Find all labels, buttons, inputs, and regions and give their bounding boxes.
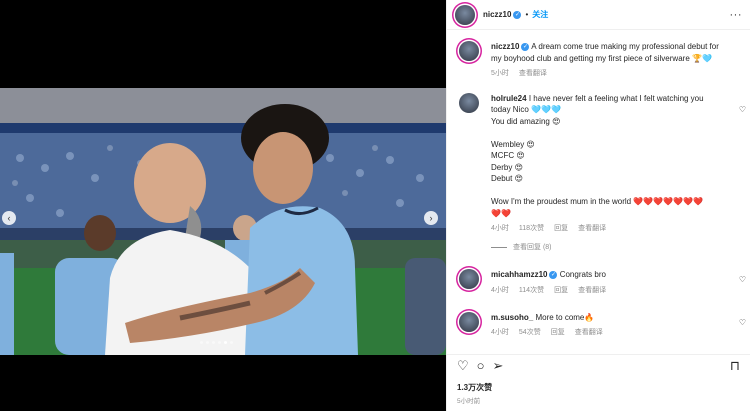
caption-text-line-1: A dream come true making my professional… (531, 42, 719, 51)
comment-line: MCFC 😍 (491, 151, 525, 161)
comment-item: micahhamzz10 ✓ Congrats bro 4小时 114次赞 回复 … (447, 269, 750, 296)
carousel-dot (206, 341, 209, 344)
comment-line: Debut 😍 (491, 174, 523, 184)
author-avatar[interactable] (455, 4, 475, 25)
carousel-dot (212, 341, 215, 344)
bookmark-icon[interactable]: ⊓ (730, 358, 740, 374)
next-image-button[interactable]: › (424, 211, 438, 225)
post-action-bar: ♡ ○ ➢ ⊓ (447, 354, 750, 376)
comment-blank-line (491, 185, 740, 196)
comment-likes[interactable]: 114次赞 (519, 285, 544, 297)
share-icon[interactable]: ➢ (493, 358, 504, 374)
comments-list: niczz10 ✓ A dream come true making my pro… (447, 31, 750, 349)
comment-line: today Nico 🩵🩵🩵 (491, 105, 561, 115)
photo-illustration (0, 88, 446, 355)
comment-username[interactable]: m.susoho_ (491, 313, 533, 322)
commenter-avatar[interactable] (459, 269, 479, 290)
comment-translate-link[interactable]: 查看翻译 (578, 285, 606, 297)
comment-line: Derby 😍 (491, 162, 523, 172)
like-comment-heart-icon[interactable]: ♡ (739, 105, 746, 114)
verified-badge-icon: ✓ (521, 42, 530, 51)
caption-avatar[interactable] (459, 41, 479, 61)
post-like-count[interactable]: 1.3万次赞 (457, 382, 492, 393)
comment-time: 4小时 (491, 286, 509, 294)
comment-line: I have never felt a feeling what I felt … (528, 93, 704, 103)
carousel-indicator (200, 341, 233, 344)
post-media-pane: ‹ › (0, 0, 446, 411)
comment-translate-link[interactable]: 查看翻译 (575, 327, 603, 339)
verified-badge-icon: ✓ (513, 10, 522, 19)
chevron-left-icon: ‹ (7, 213, 11, 223)
comment-translate-link[interactable]: 查看翻译 (578, 223, 606, 235)
follow-button[interactable]: 关注 (532, 9, 548, 20)
chevron-right-icon: › (429, 213, 433, 223)
post-timestamp: 5小时前 (457, 398, 481, 405)
author-username[interactable]: niczz10 (483, 10, 511, 19)
heart-icon[interactable]: ♡ (457, 358, 469, 374)
comment-likes[interactable]: 118次赞 (519, 223, 544, 235)
comment-time: 4小时 (491, 225, 509, 233)
post-details-pane: niczz10 ✓ • 关注 ··· niczz10 ✓ A dream come… (446, 0, 750, 411)
comment-item: m.susoho_ More to come🔥 4小时 54次赞 回复 查看翻译… (447, 311, 750, 339)
caption-translate-link[interactable]: 查看翻译 (519, 68, 547, 80)
comment-reply-link[interactable]: 回复 (554, 223, 568, 235)
commenter-avatar[interactable] (459, 92, 479, 113)
carousel-dot (200, 341, 203, 344)
view-replies-label: 查看回复 (8) (513, 243, 552, 251)
replies-divider (491, 247, 507, 249)
previous-image-button[interactable]: ‹ (2, 211, 16, 225)
caption-item: niczz10 ✓ A dream come true making my pro… (447, 41, 750, 80)
instagram-post-modal: ‹ › niczz10 ✓ • 关注 ··· niczz10 ✓ A dream… (0, 0, 750, 411)
comment-line: Wow I'm the proudest mum in the world ❤️… (491, 196, 704, 206)
caption-text-line-2: my boyhood club and getting my first pie… (491, 53, 712, 63)
like-comment-heart-icon[interactable]: ♡ (739, 318, 746, 327)
post-photo[interactable] (0, 88, 446, 355)
caption-username[interactable]: niczz10 (491, 42, 519, 51)
comment-item: holrule24 I have never felt a feeling wh… (447, 92, 750, 254)
verified-badge-icon: ✓ (549, 271, 558, 280)
comment-blank-line (491, 128, 740, 139)
post-header: niczz10 ✓ • 关注 ··· (447, 0, 750, 30)
comment-username[interactable]: holrule24 (491, 94, 527, 103)
comment-reply-link[interactable]: 回复 (554, 285, 568, 297)
like-comment-heart-icon[interactable]: ♡ (739, 275, 746, 284)
ellipsis-icon[interactable]: ··· (730, 9, 743, 21)
caption-time: 5小时 (491, 70, 509, 78)
comment-line: ❤️❤️ (491, 208, 511, 218)
comment-icon[interactable]: ○ (477, 358, 485, 373)
comment-likes[interactable]: 54次赞 (519, 327, 541, 339)
view-replies-button[interactable]: 查看回复 (8) (491, 242, 740, 254)
carousel-dot (218, 341, 221, 344)
comment-line: You did amazing 😍 (491, 116, 561, 126)
carousel-dot-active (224, 341, 227, 344)
commenter-avatar[interactable] (459, 311, 479, 332)
separator-dot: • (525, 10, 529, 19)
comment-time: 4小时 (491, 329, 509, 337)
comment-username[interactable]: micahhamzz10 (491, 270, 547, 279)
comment-text: Congrats bro (559, 270, 606, 280)
comment-text: More to come🔥 (535, 312, 595, 322)
comment-reply-link[interactable]: 回复 (551, 327, 565, 339)
carousel-dot (230, 341, 233, 344)
comment-line: Wembley 😍 (491, 139, 535, 149)
